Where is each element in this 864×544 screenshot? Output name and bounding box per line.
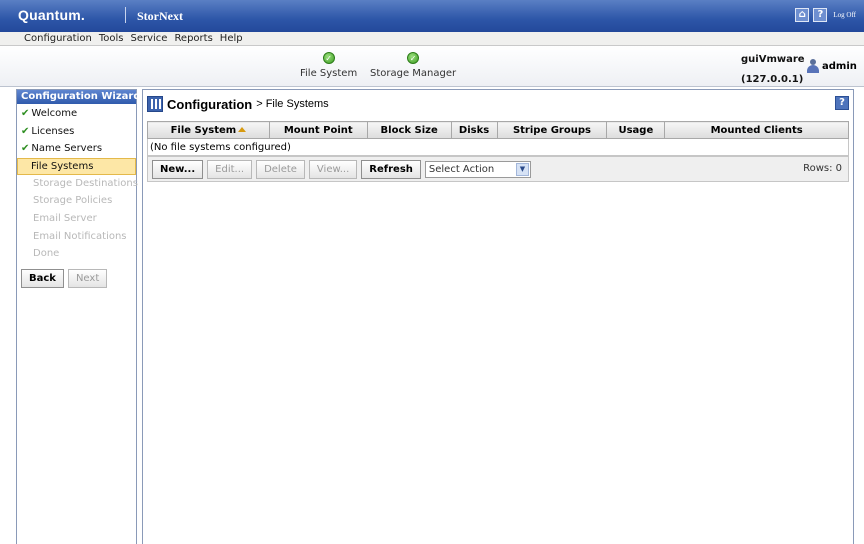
action-bar: New... Edit... Delete View... Refresh Se… xyxy=(147,156,849,182)
column-file-system[interactable]: File System xyxy=(147,121,270,139)
column-label: File System xyxy=(170,124,237,136)
back-button[interactable]: Back xyxy=(21,268,64,288)
check-circle-icon: ✓ xyxy=(322,52,335,64)
menu-service[interactable]: Service xyxy=(130,33,167,44)
menu-reports[interactable]: Reports xyxy=(174,33,212,44)
wizard-step-name-servers[interactable]: ✔ Name Servers xyxy=(17,140,136,158)
header-actions: ⌂ ? Log Off xyxy=(795,8,856,22)
new-button[interactable]: New... xyxy=(152,159,204,179)
breadcrumb: > File Systems xyxy=(256,98,329,110)
wizard-step-email-notifications: Email Notifications xyxy=(33,230,127,242)
page-title: Configuration xyxy=(167,96,253,112)
page-help-icon[interactable]: ? xyxy=(835,96,849,110)
wizard-step-storage-policies: Storage Policies xyxy=(33,195,113,207)
wizard-title: Configuration Wizard xyxy=(17,90,141,104)
home-icon[interactable]: ⌂ xyxy=(795,8,810,22)
select-action-value: Select Action xyxy=(428,163,495,175)
empty-message: (No file systems configured) xyxy=(147,138,849,156)
menu-configuration[interactable]: Configuration xyxy=(24,33,92,44)
select-action-dropdown[interactable]: Select Action ▼ xyxy=(424,160,531,178)
file-systems-table: File System Mount Point Block Size Disks… xyxy=(147,121,849,156)
page-header: Configuration > File Systems xyxy=(147,96,329,112)
wizard-step-email-server: Email Server xyxy=(33,212,97,224)
user-icon xyxy=(806,59,820,73)
wizard-step-storage-destinations: Storage Destinations xyxy=(33,177,138,189)
column-mounted-clients[interactable]: Mounted Clients xyxy=(664,121,849,139)
column-mount-point[interactable]: Mount Point xyxy=(268,121,368,139)
logo-divider xyxy=(125,7,126,23)
status-bar: ✓ File System ✓ Storage Manager guiVmwar… xyxy=(0,46,864,87)
user-name: admin xyxy=(822,60,857,72)
column-stripe-groups[interactable]: Stripe Groups xyxy=(496,121,608,139)
wizard-step-file-systems[interactable]: File Systems xyxy=(17,157,136,175)
host-ip: (127.0.0.1) xyxy=(741,74,804,85)
file-system-status[interactable]: ✓ File System xyxy=(300,52,357,79)
wizard-steps: ✔ Welcome ✔ Licenses ✔ Name Servers File Sy… xyxy=(17,104,138,263)
sort-ascending-icon xyxy=(238,127,247,132)
menu-tools[interactable]: Tools xyxy=(99,33,124,44)
refresh-button[interactable]: Refresh xyxy=(361,159,421,179)
edit-button: Edit... xyxy=(207,159,253,179)
wizard-step-welcome[interactable]: ✔ Welcome xyxy=(17,105,136,123)
configuration-icon xyxy=(147,96,163,112)
column-disks[interactable]: Disks xyxy=(450,121,498,139)
wizard-step-label: Licenses xyxy=(31,125,75,137)
wizard-nav: Back Next xyxy=(17,268,136,288)
log-off-link[interactable]: Log Off xyxy=(833,11,856,19)
checkmark-icon: ✔ xyxy=(21,125,30,137)
product-name: StorNext xyxy=(137,9,183,23)
chevron-down-icon[interactable]: ▼ xyxy=(515,162,529,176)
checkmark-icon: ✔ xyxy=(21,143,30,155)
wizard-step-label: Name Servers xyxy=(31,143,103,155)
main-panel: Configuration > File Systems ? File Syst… xyxy=(142,89,854,544)
host-name: guiVmware xyxy=(741,54,805,65)
current-user: admin xyxy=(806,59,857,73)
help-icon[interactable]: ? xyxy=(813,8,828,22)
host-info: guiVmware (127.0.0.1) xyxy=(741,50,805,90)
delete-button: Delete xyxy=(256,159,305,179)
row-count: Rows: 0 xyxy=(803,163,842,174)
quantum-logo: Quantum. xyxy=(18,7,85,23)
storage-manager-status[interactable]: ✓ Storage Manager xyxy=(370,52,456,79)
storage-manager-status-label: Storage Manager xyxy=(370,68,457,79)
table-row: (No file systems configured) xyxy=(147,138,849,156)
next-button: Next xyxy=(67,268,108,288)
check-circle-icon: ✓ xyxy=(407,52,420,64)
wizard-step-licenses[interactable]: ✔ Licenses xyxy=(17,123,136,141)
checkmark-icon: ✔ xyxy=(21,108,30,119)
column-block-size[interactable]: Block Size xyxy=(366,121,452,139)
menu-bar: Configuration Tools Service Reports Help xyxy=(0,32,864,46)
configuration-wizard-panel: Configuration Wizard ✔ Welcome ✔ Licenses … xyxy=(16,89,141,544)
wizard-step-done: Done xyxy=(33,248,60,260)
title-bar: Quantum. StorNext ⌂ ? Log Off xyxy=(0,0,864,32)
file-system-status-label: File System xyxy=(300,68,358,79)
table-header-row: File System Mount Point Block Size Disks… xyxy=(147,121,849,139)
view-button: View... xyxy=(308,159,358,179)
wizard-step-label: Welcome xyxy=(31,108,78,119)
column-usage[interactable]: Usage xyxy=(606,121,666,139)
menu-help[interactable]: Help xyxy=(220,33,243,44)
